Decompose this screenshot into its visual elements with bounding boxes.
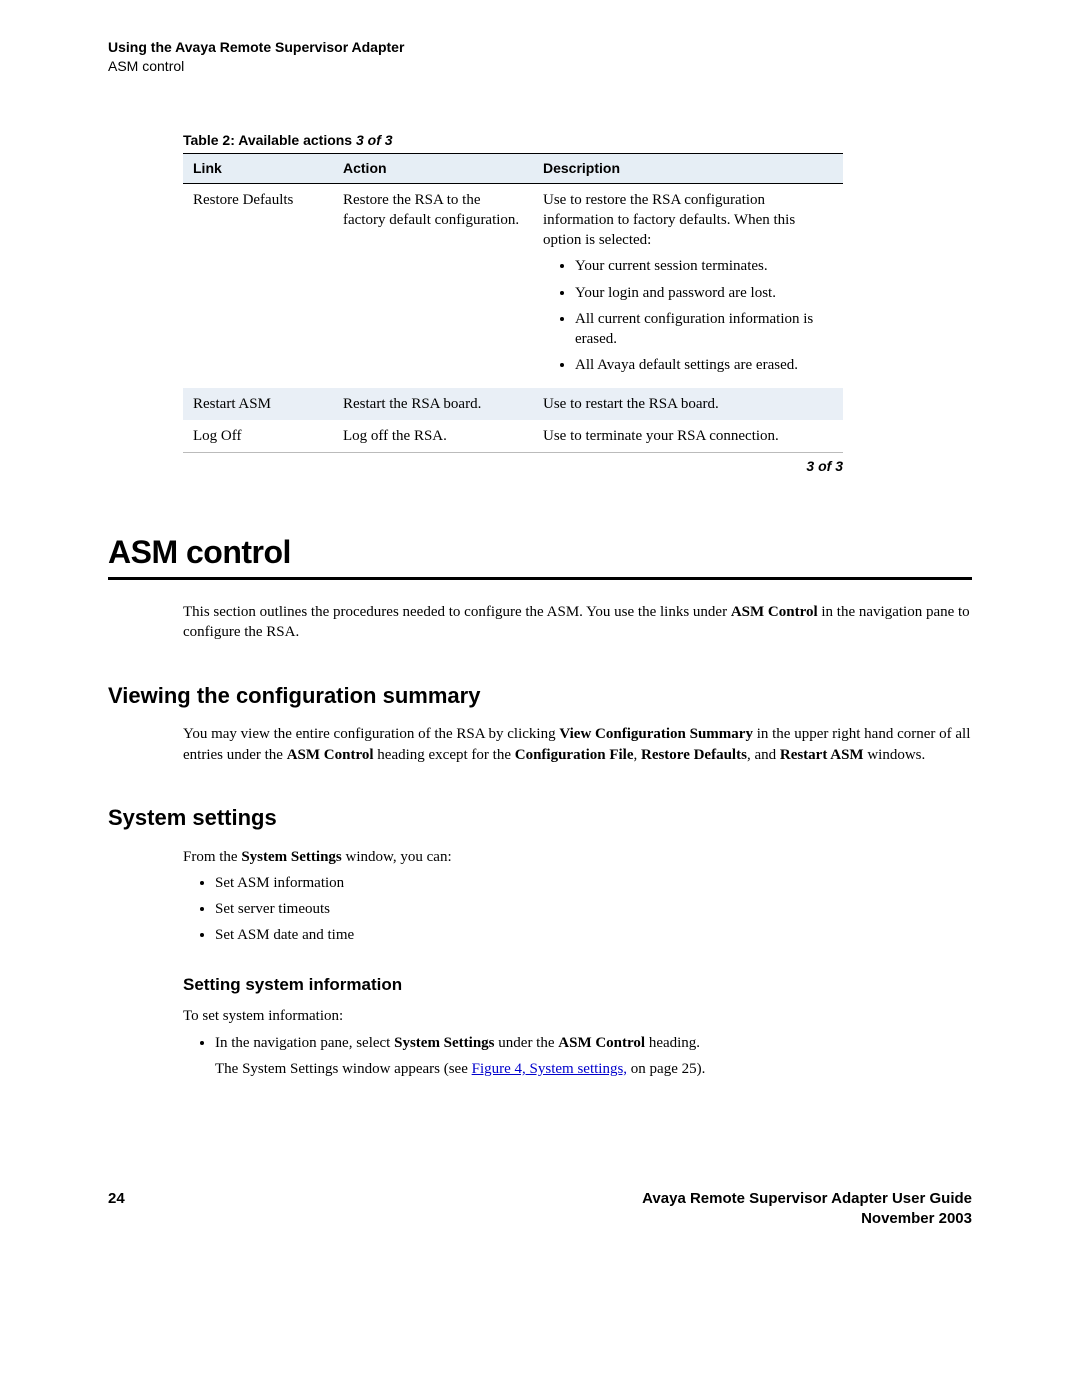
- list-item: In the navigation pane, select System Se…: [215, 1033, 972, 1080]
- bold-span: Restart ASM: [780, 747, 864, 763]
- page-number: 24: [108, 1189, 125, 1209]
- text-span: From the: [183, 849, 241, 865]
- page-footer: 24 Avaya Remote Supervisor Adapter User …: [108, 1189, 972, 1230]
- bold-span: ASM Control: [558, 1035, 645, 1051]
- col-header-description: Description: [533, 153, 843, 183]
- system-settings-intro: From the System Settings window, you can…: [183, 847, 972, 867]
- text-span: heading except for the: [374, 747, 515, 763]
- list-item: All Avaya default settings are erased.: [575, 355, 833, 375]
- heading-system-settings: System settings: [108, 803, 972, 833]
- figure-link[interactable]: Figure 4, System settings,: [472, 1061, 627, 1077]
- table-row: Log Off Log off the RSA. Use to terminat…: [183, 420, 843, 453]
- list-item: Your current session terminates.: [575, 256, 833, 276]
- text-span: This section outlines the procedures nee…: [183, 604, 731, 620]
- heading-asm-control: ASM control: [108, 531, 972, 574]
- bold-span: System Settings: [394, 1035, 494, 1051]
- list-item: Your login and password are lost.: [575, 283, 833, 303]
- col-header-link: Link: [183, 153, 333, 183]
- text-span: under the: [495, 1035, 559, 1051]
- text-span: , and: [747, 747, 780, 763]
- intro-paragraph: This section outlines the procedures nee…: [183, 602, 972, 643]
- list-item: Set ASM information: [215, 873, 972, 893]
- bold-span: View Configuration Summary: [559, 726, 753, 742]
- bold-span: Restore Defaults: [641, 747, 747, 763]
- table-row: Restart ASM Restart the RSA board. Use t…: [183, 388, 843, 420]
- cell-action: Restore the RSA to the factory default c…: [333, 183, 533, 388]
- set-info-steps: In the navigation pane, select System Se…: [183, 1033, 972, 1080]
- heading-view-config: Viewing the configuration summary: [108, 681, 972, 711]
- text-span: In the navigation pane, select: [215, 1035, 394, 1051]
- table-caption-text: Table 2: Available actions: [183, 132, 356, 148]
- desc-bullets: Your current session terminates. Your lo…: [543, 256, 833, 375]
- text-span: heading.: [645, 1035, 700, 1051]
- list-item: Set ASM date and time: [215, 925, 972, 945]
- cell-description: Use to restart the RSA board.: [533, 388, 843, 420]
- heading-rule: [108, 577, 972, 580]
- heading-setting-system-info: Setting system information: [183, 974, 972, 997]
- table-row: Restore Defaults Restore the RSA to the …: [183, 183, 843, 388]
- running-header-section: ASM control: [108, 57, 972, 76]
- cell-action: Restart the RSA board.: [333, 388, 533, 420]
- text-span: windows.: [864, 747, 926, 763]
- cell-link: Log Off: [183, 420, 333, 453]
- cell-action: Log off the RSA.: [333, 420, 533, 453]
- list-item: Set server timeouts: [215, 899, 972, 919]
- table-caption: Table 2: Available actions 3 of 3: [183, 131, 972, 150]
- cell-link: Restart ASM: [183, 388, 333, 420]
- col-header-action: Action: [333, 153, 533, 183]
- desc-intro: Use to restore the RSA configuration inf…: [543, 192, 795, 249]
- system-settings-list: Set ASM information Set server timeouts …: [183, 873, 972, 946]
- footer-title: Avaya Remote Supervisor Adapter User Gui…: [642, 1189, 972, 1209]
- set-info-lead: To set system information:: [183, 1006, 972, 1026]
- bold-span: ASM Control: [287, 747, 374, 763]
- list-item: All current configuration information is…: [575, 309, 833, 350]
- text-span: The System Settings window appears (see: [215, 1061, 472, 1077]
- view-config-paragraph: You may view the entire configuration of…: [183, 724, 972, 765]
- bold-span: ASM Control: [731, 604, 818, 620]
- running-header-title: Using the Avaya Remote Supervisor Adapte…: [108, 38, 972, 57]
- text-span: You may view the entire configuration of…: [183, 726, 559, 742]
- table-footer-page: 3 of 3: [183, 452, 843, 476]
- cell-link: Restore Defaults: [183, 183, 333, 388]
- cell-description: Use to terminate your RSA connection.: [533, 420, 843, 453]
- table-caption-page: 3 of 3: [356, 132, 393, 148]
- bold-span: System Settings: [241, 849, 341, 865]
- text-span: on page 25).: [627, 1061, 705, 1077]
- available-actions-table: Link Action Description Restore Defaults…: [183, 153, 843, 453]
- step-result: The System Settings window appears (see …: [215, 1059, 972, 1079]
- text-span: ,: [633, 747, 641, 763]
- text-span: window, you can:: [342, 849, 452, 865]
- footer-date: November 2003: [642, 1209, 972, 1229]
- bold-span: Configuration File: [515, 747, 634, 763]
- cell-description: Use to restore the RSA configuration inf…: [533, 183, 843, 388]
